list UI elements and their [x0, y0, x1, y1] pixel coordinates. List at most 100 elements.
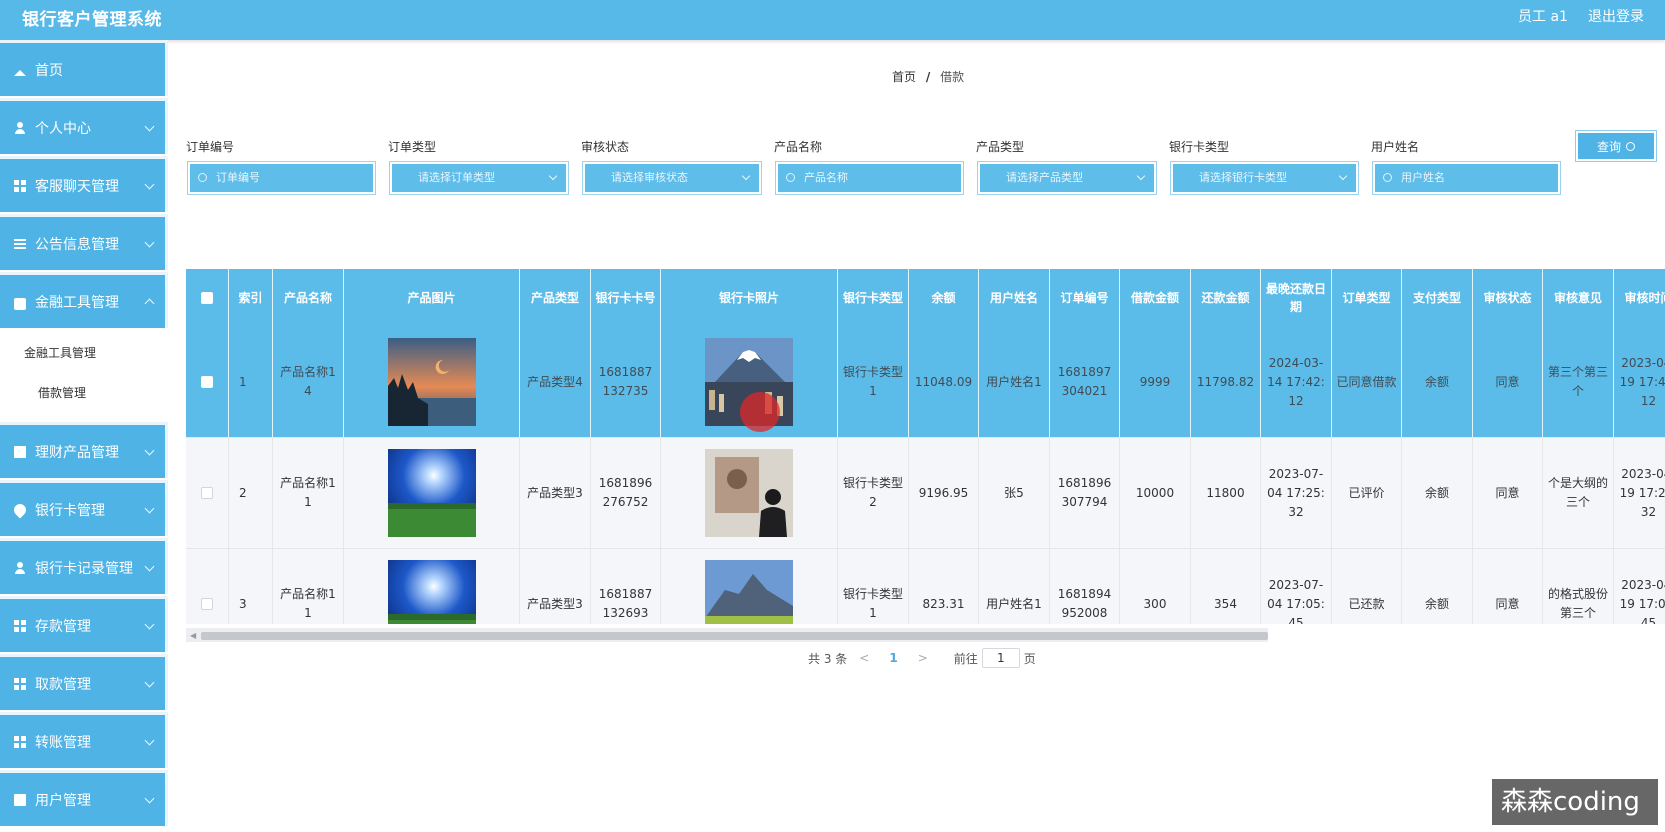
row-checkbox[interactable]: [201, 376, 213, 388]
table-header[interactable]: 审核时间: [1614, 269, 1665, 327]
table-cell: 产品类型3: [520, 549, 591, 624]
table-header[interactable]: 借款金额: [1120, 269, 1191, 327]
table-header[interactable]: 银行卡卡号: [591, 269, 661, 327]
table-header-select-all[interactable]: [186, 269, 229, 327]
table-header[interactable]: 银行卡照片: [661, 269, 838, 327]
breadcrumb: 首页 / 借款: [892, 68, 964, 85]
table-cell: 354: [1191, 549, 1261, 624]
page-suffix: 页: [1023, 651, 1036, 666]
submenu-item-loan[interactable]: 借款管理: [38, 384, 86, 401]
table-header[interactable]: 订单编号: [1050, 269, 1120, 327]
sidebar-item-users[interactable]: 用户管理: [0, 770, 168, 826]
breadcrumb-current: 借款: [940, 70, 965, 84]
prev-page-button[interactable]: <: [859, 651, 869, 665]
sidebar-item-wealth-products[interactable]: 理财产品管理: [0, 422, 168, 478]
submenu-item-finance-tools[interactable]: 金融工具管理: [24, 344, 96, 361]
search-icon: [1383, 173, 1392, 182]
table-cell: 1681887132735: [591, 327, 661, 438]
table-header[interactable]: 索引: [229, 269, 273, 327]
table-header[interactable]: 产品图片: [344, 269, 520, 327]
logout-link[interactable]: 退出登录: [1588, 6, 1644, 26]
order-type-select[interactable]: 请选择订单类型: [389, 161, 569, 195]
row-checkbox[interactable]: [201, 598, 213, 610]
sidebar-item-label: 转账管理: [35, 734, 91, 751]
watermark: 森森coding: [1492, 779, 1658, 825]
user-name-input[interactable]: 用户姓名: [1372, 161, 1561, 195]
person-painting-image[interactable]: [705, 449, 793, 537]
card-type-select[interactable]: 请选择银行卡类型: [1170, 161, 1359, 195]
product-name-column: 产品名称 产品名称14 产品名称11 产品名称11: [273, 269, 344, 624]
sidebar-item-finance-tools[interactable]: 金融工具管理: [0, 272, 168, 328]
product-name-placeholder: 产品名称: [804, 171, 848, 184]
table-header[interactable]: 订单类型: [1332, 269, 1402, 327]
filter-label-product-name: 产品名称: [774, 140, 823, 154]
chevron-down-icon: [144, 677, 155, 688]
table-cell: 银行卡类型1: [838, 327, 909, 438]
scrollbar-thumb[interactable]: [201, 632, 1268, 640]
sidebar-item-withdraw[interactable]: 取款管理: [0, 654, 168, 710]
page-number-current[interactable]: 1: [889, 651, 897, 665]
table-row-checkbox[interactable]: [186, 327, 229, 438]
checkbox-column: [186, 269, 229, 624]
table-horizontal-scrollbar[interactable]: ◀: [186, 628, 1268, 642]
table-cell: [344, 327, 520, 438]
query-button[interactable]: 查询: [1575, 130, 1657, 162]
sidebar-item-label: 用户管理: [35, 792, 91, 809]
product-icon: [14, 445, 26, 458]
table-header[interactable]: 支付类型: [1402, 269, 1473, 327]
next-page-button[interactable]: >: [918, 651, 928, 665]
table-cell: 2: [229, 438, 273, 549]
sidebar-item-bank-card[interactable]: 银行卡管理: [0, 480, 168, 536]
chevron-down-icon: [741, 171, 751, 181]
chevron-down-icon: [144, 619, 155, 630]
row-checkbox[interactable]: [201, 487, 213, 499]
sidebar-item-bank-card-records[interactable]: 银行卡记录管理: [0, 538, 168, 594]
sidebar-item-chat[interactable]: 客服聊天管理: [0, 156, 168, 212]
sidebar-item-notice[interactable]: 公告信息管理: [0, 214, 168, 270]
current-user: 员工 a1: [1518, 9, 1568, 25]
table-cell: 同意: [1473, 549, 1543, 624]
briefcase-icon: [14, 297, 26, 310]
breadcrumb-home[interactable]: 首页: [892, 70, 916, 84]
table-header[interactable]: 审核意见: [1543, 269, 1614, 327]
goto-page-input[interactable]: 1: [981, 648, 1020, 668]
sidebar-item-personal-center[interactable]: 个人中心: [0, 98, 168, 154]
table-header[interactable]: 用户姓名: [979, 269, 1050, 327]
search-icon: [786, 173, 795, 182]
sidebar-item-transfer[interactable]: 转账管理: [0, 712, 168, 768]
product-name-input[interactable]: 产品名称: [775, 161, 964, 195]
table-cell: 产品名称11: [273, 549, 344, 624]
product-type-placeholder: 请选择产品类型: [1006, 171, 1083, 184]
sidebar-item-label: 首页: [35, 62, 63, 79]
table-header[interactable]: 余额: [909, 269, 979, 327]
table-header[interactable]: 银行卡类型: [838, 269, 909, 327]
mountain-field-image[interactable]: [705, 560, 793, 624]
sidebar-item-label: 个人中心: [35, 120, 91, 137]
order-no-input[interactable]: 订单编号: [187, 161, 376, 195]
meadow-moon-image[interactable]: [387, 449, 476, 537]
sidebar-item-home[interactable]: 首页: [0, 40, 168, 96]
select-all-checkbox[interactable]: [201, 292, 213, 304]
product-type-select[interactable]: 请选择产品类型: [977, 161, 1157, 195]
top-bar: 银行客户管理系统 员工 a1 退出登录: [0, 0, 1665, 40]
table-header[interactable]: 审核状态: [1473, 269, 1543, 327]
table-header[interactable]: 产品类型: [520, 269, 591, 327]
order-no-column: 订单编号 1681897304021 1681896307794 1681894…: [1050, 269, 1120, 624]
meadow-moon-image[interactable]: [387, 560, 476, 624]
audit-status-select[interactable]: 请选择审核状态: [582, 161, 762, 195]
table-header[interactable]: 产品名称: [273, 269, 344, 327]
person-icon: [14, 121, 26, 134]
scroll-left-icon[interactable]: ◀: [190, 631, 196, 640]
table-row-checkbox[interactable]: [186, 549, 229, 624]
table-header[interactable]: 还款金额: [1191, 269, 1261, 327]
sidebar-item-label: 银行卡管理: [35, 502, 105, 519]
table-cell: 余额: [1402, 549, 1473, 624]
table-row-checkbox[interactable]: [186, 438, 229, 549]
list-icon: [14, 237, 26, 250]
sidebar-item-deposit[interactable]: 存款管理: [0, 596, 168, 652]
sunset-lake-image[interactable]: [387, 338, 476, 426]
loan-table: 索引 1 2 3 产品名称 产品名称14 产品名称11 产品名称11 产品图片: [186, 269, 1665, 624]
filter-label-product-type: 产品类型: [976, 140, 1025, 154]
table-header[interactable]: 最晚还款日期: [1261, 269, 1332, 327]
chevron-down-icon: [548, 171, 558, 181]
